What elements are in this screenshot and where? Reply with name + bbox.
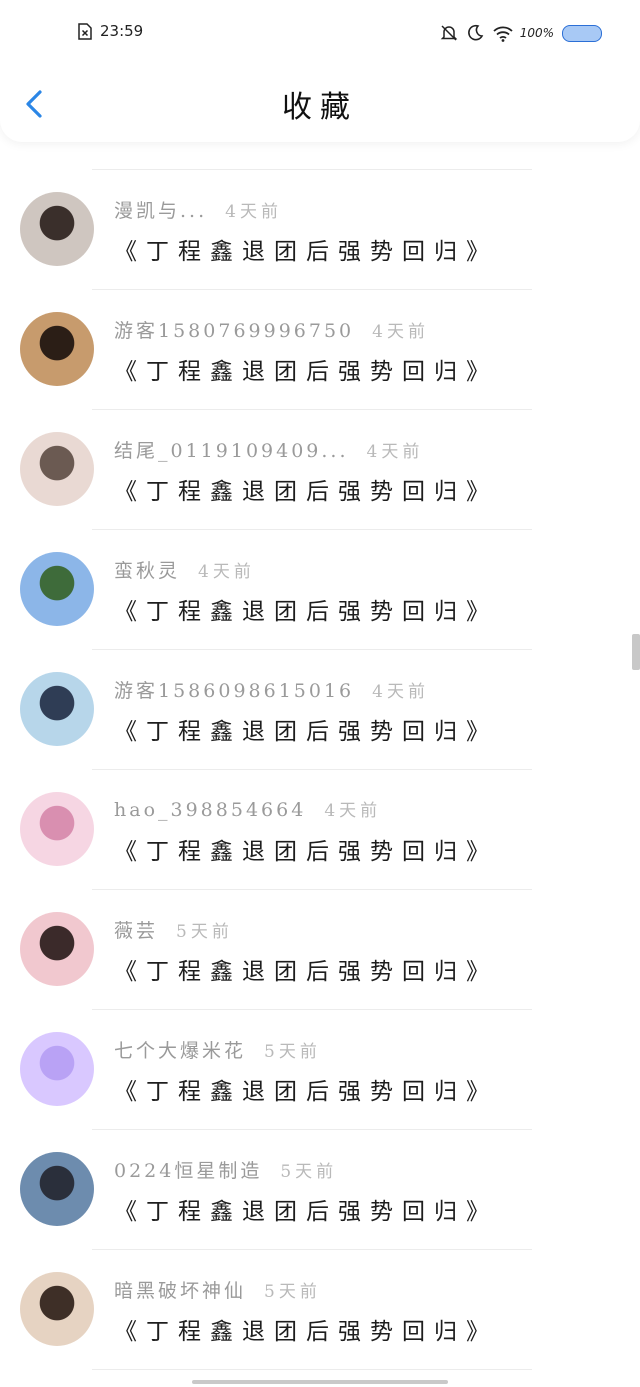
- list-divider: [92, 1369, 532, 1370]
- item-meta: 0224恒星制造 5天前: [114, 1156, 337, 1183]
- list-item[interactable]: 游客1580769996750 4天前《丁程鑫退团后强势回归》: [0, 290, 640, 410]
- item-meta: 漫凯与... 4天前: [114, 196, 282, 223]
- item-message[interactable]: 《丁程鑫退团后强势回归》: [114, 1312, 498, 1346]
- timestamp: 5天前: [264, 1042, 321, 1062]
- username[interactable]: 游客1586098615016: [114, 676, 354, 703]
- item-message[interactable]: 《丁程鑫退团后强势回归》: [114, 1072, 498, 1106]
- battery-icon: [562, 24, 602, 42]
- avatar[interactable]: [20, 1152, 94, 1226]
- item-meta: 游客1586098615016 4天前: [114, 676, 429, 703]
- item-meta: 暗黑破坏神仙 5天前: [114, 1276, 321, 1303]
- item-meta: 薇芸 5天前: [114, 916, 233, 943]
- timestamp: 4天前: [372, 682, 429, 702]
- item-meta: 七个大爆米花 5天前: [114, 1036, 321, 1063]
- timestamp: 5天前: [264, 1282, 321, 1302]
- page-title: 收藏: [282, 90, 358, 125]
- item-message[interactable]: 《丁程鑫退团后强势回归》: [114, 352, 498, 386]
- avatar[interactable]: [20, 192, 94, 266]
- item-meta: 结尾_0119109409... 4天前: [114, 436, 423, 463]
- timestamp: 5天前: [176, 922, 233, 942]
- username[interactable]: 结尾_0119109409...: [114, 436, 349, 463]
- timestamp: 4天前: [324, 801, 382, 821]
- username[interactable]: 薇芸: [114, 916, 158, 943]
- wifi-icon: [493, 26, 513, 42]
- sim-error-icon: [78, 22, 92, 40]
- list-item[interactable]: 结尾_0119109409... 4天前《丁程鑫退团后强势回归》: [0, 410, 640, 530]
- item-message[interactable]: 《丁程鑫退团后强势回归》: [114, 592, 498, 626]
- item-meta: hao_398854664 4天前: [114, 796, 381, 821]
- timestamp: 4天前: [225, 202, 282, 222]
- avatar[interactable]: [20, 1032, 94, 1106]
- item-message[interactable]: 《丁程鑫退团后强势回归》: [114, 232, 498, 266]
- nav-bar: 收藏: [0, 64, 640, 142]
- list-item[interactable]: 漫凯与... 4天前《丁程鑫退团后强势回归》: [0, 170, 640, 290]
- bell-off-icon: [440, 25, 457, 41]
- list-item[interactable]: 七个大爆米花 5天前《丁程鑫退团后强势回归》: [0, 1010, 640, 1130]
- item-message[interactable]: 《丁程鑫退团后强势回归》: [114, 952, 498, 986]
- timestamp: 4天前: [198, 562, 255, 582]
- status-time: 23:59: [100, 22, 144, 40]
- avatar[interactable]: [20, 792, 94, 866]
- list-item[interactable]: 暗黑破坏神仙 5天前《丁程鑫退团后强势回归》: [0, 1250, 640, 1370]
- username[interactable]: hao_398854664: [114, 799, 306, 821]
- avatar[interactable]: [20, 552, 94, 626]
- item-message[interactable]: 《丁程鑫退团后强势回归》: [114, 472, 498, 506]
- username[interactable]: 七个大爆米花: [114, 1036, 246, 1063]
- status-left: 23:59: [78, 22, 143, 40]
- item-message[interactable]: 《丁程鑫退团后强势回归》: [114, 712, 498, 746]
- avatar[interactable]: [20, 672, 94, 746]
- item-meta: 游客1580769996750 4天前: [114, 316, 429, 343]
- avatar[interactable]: [20, 432, 94, 506]
- list-item[interactable]: 游客1586098615016 4天前《丁程鑫退团后强势回归》: [0, 650, 640, 770]
- avatar[interactable]: [20, 1272, 94, 1346]
- avatar[interactable]: [20, 312, 94, 386]
- list-item[interactable]: 0224恒星制造 5天前《丁程鑫退团后强势回归》: [0, 1130, 640, 1250]
- home-indicator[interactable]: [192, 1380, 448, 1384]
- timestamp: 5天前: [280, 1162, 338, 1182]
- battery-percent: 100%: [519, 26, 554, 40]
- item-message[interactable]: 《丁程鑫退团后强势回归》: [114, 1192, 498, 1226]
- username[interactable]: 暗黑破坏神仙: [114, 1276, 246, 1303]
- username[interactable]: 游客1580769996750: [114, 316, 354, 343]
- scrollbar[interactable]: [632, 634, 640, 670]
- list-item[interactable]: 蛮秋灵 4天前《丁程鑫退团后强势回归》: [0, 530, 640, 650]
- status-right: 100%: [432, 24, 602, 42]
- status-bar: 23:59 100%: [0, 0, 640, 64]
- username[interactable]: 漫凯与...: [114, 196, 207, 223]
- avatar[interactable]: [20, 912, 94, 986]
- item-message[interactable]: 《丁程鑫退团后强势回归》: [114, 832, 498, 866]
- list-item[interactable]: 薇芸 5天前《丁程鑫退团后强势回归》: [0, 890, 640, 1010]
- item-meta: 蛮秋灵 4天前: [114, 556, 255, 583]
- timestamp: 4天前: [366, 442, 424, 462]
- username[interactable]: 0224恒星制造: [114, 1156, 262, 1183]
- moon-icon: [467, 24, 483, 41]
- timestamp: 4天前: [372, 322, 429, 342]
- username[interactable]: 蛮秋灵: [114, 556, 180, 583]
- list-item[interactable]: hao_398854664 4天前《丁程鑫退团后强势回归》: [0, 770, 640, 890]
- app-header: 23:59 100% 收藏: [0, 0, 640, 142]
